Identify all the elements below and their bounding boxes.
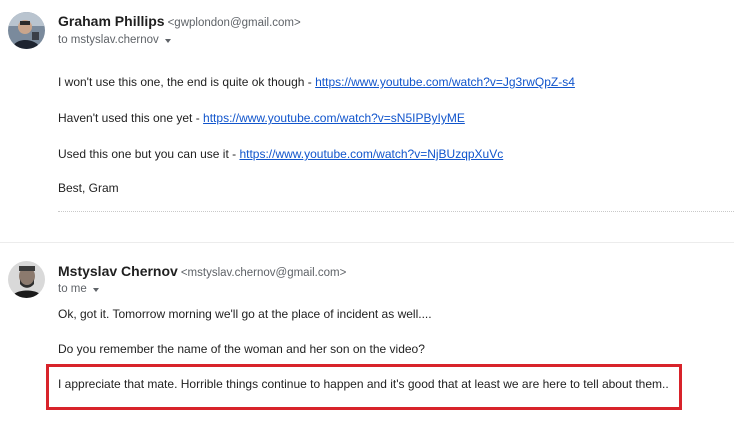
- sender-email: <mstyslav.chernov@gmail.com>: [180, 267, 347, 279]
- recipient-details-toggle[interactable]: to mstyslav.chernov: [58, 34, 171, 46]
- sender-email: <gwplondon@gmail.com>: [167, 17, 301, 29]
- body-line: I won't use this one, the end is quite o…: [58, 75, 575, 89]
- sender-header: Mstyslav Chernov <mstyslav.chernov@gmail.…: [58, 263, 346, 279]
- youtube-link[interactable]: https://www.youtube.com/watch?v=Jg3rwQpZ…: [315, 75, 575, 89]
- sender-name[interactable]: Mstyslav Chernov: [58, 263, 178, 279]
- recipient-details-toggle[interactable]: to me: [58, 283, 99, 295]
- avatar-photo-icon: [8, 261, 45, 298]
- body-text: Haven't used this one yet -: [58, 111, 204, 125]
- sender-header: Graham Phillips <gwplondon@gmail.com>: [58, 13, 301, 29]
- youtube-link[interactable]: https://www.youtube.com/watch?v=NjBUzqpX…: [239, 147, 503, 161]
- email-message-graham: Graham Phillips <gwplondon@gmail.com> to …: [0, 0, 734, 242]
- sender-avatar-mstyslav[interactable]: [8, 261, 45, 298]
- red-highlight-box: [46, 364, 682, 410]
- sender-name[interactable]: Graham Phillips: [58, 13, 165, 29]
- body-text: I won't use this one, the end is quite o…: [58, 75, 316, 89]
- body-line: Haven't used this one yet - https://www.…: [58, 111, 465, 125]
- signature: Best, Gram: [58, 181, 119, 195]
- body-line: Ok, got it. Tomorrow morning we'll go at…: [58, 307, 432, 321]
- recipient-line: to me: [58, 283, 87, 295]
- quoted-text-divider: [58, 211, 734, 212]
- avatar-photo-icon: [8, 12, 45, 49]
- body-line: Do you remember the name of the woman an…: [58, 342, 425, 356]
- body-line: Used this one but you can use it - https…: [58, 147, 503, 161]
- body-text: Used this one but you can use it -: [58, 147, 240, 161]
- recipient-line: to mstyslav.chernov: [58, 34, 159, 46]
- sender-avatar-graham[interactable]: [8, 12, 45, 49]
- youtube-link[interactable]: https://www.youtube.com/watch?v=sN5IPByI…: [203, 111, 465, 125]
- chevron-down-icon[interactable]: [164, 39, 171, 43]
- chevron-down-icon[interactable]: [92, 288, 99, 292]
